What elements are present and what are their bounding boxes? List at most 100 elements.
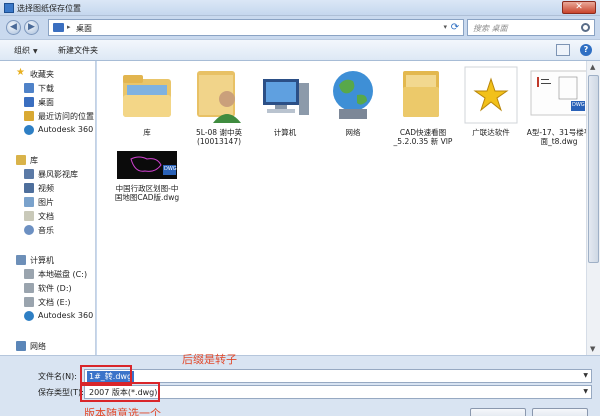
nav-network-header[interactable]: 网络 (0, 339, 96, 353)
scroll-thumb[interactable] (588, 75, 599, 263)
refresh-icon[interactable]: ⟳ (449, 22, 461, 34)
vertical-scrollbar[interactable]: ▲ ▼ (586, 61, 600, 355)
file-item[interactable]: CAD快速看图_5.2.0.35 新 VIP (389, 65, 457, 161)
nav-label: 下载 (38, 84, 54, 93)
desktop-icon (24, 97, 34, 107)
nav-label: 文档 (E:) (38, 298, 71, 307)
nav-label: 计算机 (30, 256, 54, 265)
save-button[interactable] (470, 408, 526, 416)
nav-item-autodesk360-drive[interactable]: Autodesk 360 (0, 309, 96, 323)
search-placeholder: 搜索 桌面 (473, 24, 508, 33)
file-list: 库 5L-08 谢中英 (10013147) 计算机 网络 CAD快速看图_5.… (97, 61, 591, 355)
nav-item-drive-e[interactable]: 文档 (E:) (0, 295, 96, 309)
nav-label: Autodesk 360 (38, 125, 94, 134)
forward-button[interactable]: ▶ (24, 20, 39, 35)
nav-item-baofeng[interactable]: 暴风影视库 (0, 167, 96, 181)
autodesk360-icon (24, 125, 34, 135)
breadcrumb-separator: ▸ (67, 23, 71, 31)
file-item[interactable]: 5L-08 谢中英 (10013147) (185, 65, 253, 161)
scroll-up-icon[interactable]: ▲ (590, 63, 595, 71)
desktop-icon (53, 23, 64, 32)
file-item[interactable]: 广联达软件 (457, 65, 525, 161)
save-form: 文件名(N): 1#_转.dwg ▼ 保存类型(T): 2007 版本(*.dw… (0, 353, 600, 416)
folder-icon (393, 65, 453, 125)
file-item[interactable]: DWG 中国行政区划图-中国地图CAD版.dwg (113, 149, 181, 221)
file-item[interactable]: 库 (113, 65, 181, 161)
nav-label: 文档 (38, 212, 54, 221)
nav-label: 软件 (D:) (38, 284, 72, 293)
view-options-icon[interactable] (556, 44, 570, 56)
video-icon (24, 183, 34, 193)
search-input[interactable]: 搜索 桌面 (467, 19, 595, 36)
organize-label: 组织 (14, 46, 30, 55)
nav-item-autodesk360[interactable]: Autodesk 360 (0, 123, 96, 137)
nav-item-music[interactable]: 音乐 (0, 223, 96, 237)
annotation-box-filetype (80, 382, 160, 402)
chevron-down-icon[interactable]: ▼ (583, 388, 588, 395)
nav-label: 网络 (30, 342, 46, 351)
scroll-down-icon[interactable]: ▼ (590, 345, 595, 353)
chevron-down-icon[interactable]: ▼ (583, 372, 588, 379)
nav-item-downloads[interactable]: 下载 (0, 81, 96, 95)
nav-item-videos[interactable]: 视频 (0, 181, 96, 195)
autodesk360-icon (24, 311, 34, 321)
new-folder-button[interactable]: 新建文件夹 (58, 45, 98, 56)
file-name: A型-17、31号楼平面_t8.dwg (526, 128, 592, 146)
cancel-button[interactable] (532, 408, 588, 416)
filename-label: 文件名(N): (38, 372, 77, 381)
file-item[interactable]: 网络 (319, 65, 387, 161)
help-icon[interactable]: ? (580, 44, 592, 56)
hard-drive-icon (24, 283, 34, 293)
file-name: 5L-08 谢中英 (10013147) (196, 128, 242, 146)
filename-field[interactable]: 1#_转.dwg ▼ (84, 369, 592, 383)
nav-item-desktop[interactable]: 桌面 (0, 95, 96, 109)
back-button[interactable]: ◀ (6, 20, 21, 35)
nav-item-recent[interactable]: 最近访问的位置 (0, 109, 96, 123)
organize-button[interactable]: 组织 ▼ (14, 45, 38, 56)
file-name: 网络 (345, 128, 361, 137)
search-icon[interactable] (581, 23, 590, 32)
filetype-label: 保存类型(T): (38, 388, 84, 397)
nav-libraries-header[interactable]: 库 (0, 153, 96, 167)
address-bar[interactable]: ▸ 桌面 ▾ ⟳ (48, 19, 464, 36)
nav-item-drive-c[interactable]: 本地磁盘 (C:) (0, 267, 96, 281)
nav-label: 音乐 (38, 226, 54, 235)
annotation-suffix: 后缀是转子 (182, 353, 237, 366)
documents-icon (24, 211, 34, 221)
library-folder-icon (117, 65, 177, 125)
address-row: ◀ ▶ ▸ 桌面 ▾ ⟳ 搜索 桌面 (0, 16, 600, 38)
window-title: 选择图纸保存位置 (17, 4, 81, 13)
nav-label: Autodesk 360 (38, 311, 94, 320)
file-name: CAD快速看图_5.2.0.35 新 VIP (393, 128, 453, 146)
network-globe-icon (323, 65, 383, 125)
file-name: 中国行政区划图-中国地图CAD版.dwg (114, 184, 180, 202)
file-name: 计算机 (273, 128, 297, 137)
nav-label: 暴风影视库 (38, 170, 78, 179)
nav-item-pictures[interactable]: 图片 (0, 195, 96, 209)
file-name: 库 (143, 128, 151, 137)
user-icon (189, 65, 249, 125)
nav-label: 最近访问的位置 (38, 112, 94, 121)
nav-label: 视频 (38, 184, 54, 193)
chevron-down-icon[interactable]: ▾ (443, 23, 447, 31)
nav-label: 图片 (38, 198, 54, 207)
nav-item-drive-d[interactable]: 软件 (D:) (0, 281, 96, 295)
close-button[interactable]: ✕ (562, 1, 596, 14)
recent-places-icon (24, 111, 34, 121)
network-icon (16, 341, 26, 351)
breadcrumb-desktop[interactable]: 桌面 (76, 23, 92, 34)
file-item[interactable]: 计算机 (251, 65, 319, 161)
hard-drive-icon (24, 269, 34, 279)
filetype-select[interactable]: 2007 版本(*.dwg) ▼ (84, 385, 592, 399)
save-dialog: 选择图纸保存位置 ✕ ◀ ▶ ▸ 桌面 ▾ ⟳ 搜索 桌面 组织 ▼ 新建文件夹 … (0, 0, 600, 416)
toolbar: 组织 ▼ 新建文件夹 ? (0, 39, 600, 61)
nav-favorites-header[interactable]: ★ 收藏夹 (0, 67, 96, 81)
computer-icon (16, 255, 26, 265)
nav-item-documents[interactable]: 文档 (0, 209, 96, 223)
file-item[interactable]: DWG A型-17、31号楼平面_t8.dwg (525, 65, 593, 161)
title-bar: 选择图纸保存位置 ✕ (0, 0, 600, 16)
nav-label: 本地磁盘 (C:) (38, 270, 88, 279)
nav-computer-header[interactable]: 计算机 (0, 253, 96, 267)
dwg-badge: DWG (572, 102, 585, 108)
computer-icon (255, 65, 315, 125)
